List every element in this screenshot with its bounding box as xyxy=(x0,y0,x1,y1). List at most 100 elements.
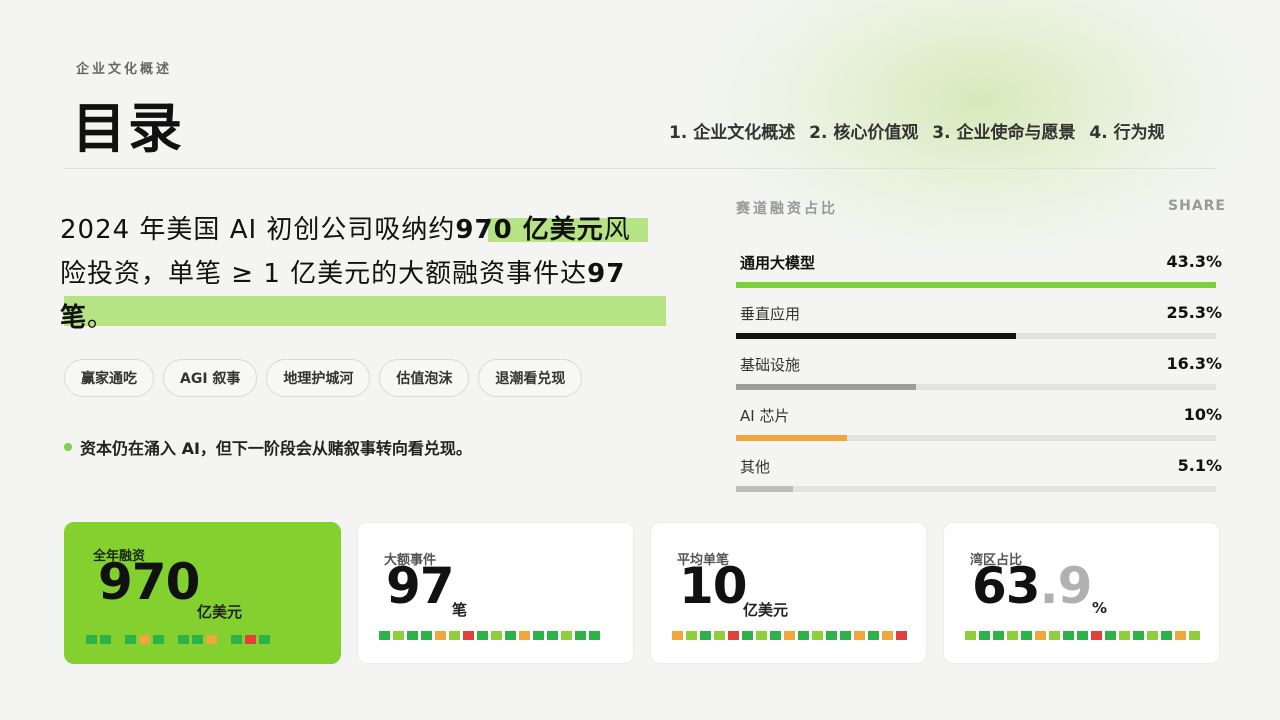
kpi-mini-bar xyxy=(153,635,164,644)
kpi-mini-bar xyxy=(421,631,432,640)
share-row: 垂直应用 25.3% xyxy=(736,293,1226,344)
share-bar-fill xyxy=(736,333,1017,339)
share-track xyxy=(736,486,1216,492)
tag-chip[interactable]: 退潮看兑现 xyxy=(478,359,583,397)
share-bar-fill xyxy=(736,486,793,492)
share-row-label: 通用大模型 xyxy=(740,254,816,272)
kpi-mini-bar xyxy=(589,631,600,640)
kpi-mini-bar xyxy=(714,631,725,640)
tag-chip[interactable]: 估值泡沫 xyxy=(379,359,470,397)
kpi-mini-bar xyxy=(477,631,488,640)
toc-item-2[interactable]: 2. 核心价值观 xyxy=(809,123,918,143)
kpi-mini-bar xyxy=(1091,631,1102,640)
share-tag: SHARE xyxy=(1168,198,1226,214)
share-row-value: 16.3% xyxy=(1166,354,1222,373)
takeaway-text: 资本仍在涌入 AI，但下一阶段会从赌叙事转向看兑现。 xyxy=(80,439,472,458)
share-row-label: 基础设施 xyxy=(740,356,801,374)
tag-chip[interactable]: 赢家通吃 xyxy=(64,359,154,397)
kpi-mini-bar xyxy=(1175,631,1186,640)
share-row-value: 10% xyxy=(1183,405,1222,424)
share-track xyxy=(736,435,1216,441)
takeaway-note: 资本仍在涌入 AI，但下一阶段会从赌叙事转向看兑现。 xyxy=(64,435,472,459)
kpi-value: 10 xyxy=(679,557,748,615)
kpi-mini-chart xyxy=(379,631,600,640)
page-title: 目录 xyxy=(72,97,184,160)
kpi-mini-bar xyxy=(533,631,544,640)
section-eyebrow: 企业文化概述 xyxy=(76,62,173,77)
kpi-mini-chart xyxy=(965,631,1200,640)
kpi-mini-bar xyxy=(1189,631,1200,640)
share-track xyxy=(736,384,1216,390)
kpi-mini-bar xyxy=(575,631,586,640)
kpi-mini-bar xyxy=(178,635,189,644)
kpi-mini-bar xyxy=(1147,631,1158,640)
kpi-unit: 亿美元 xyxy=(197,603,243,621)
kpi-mini-bar xyxy=(798,631,809,640)
kpi-mini-bar xyxy=(854,631,865,640)
kpi-mini-bar xyxy=(965,631,976,640)
kpi-mini-bar xyxy=(1021,631,1032,640)
kpi-mini-chart xyxy=(86,635,270,644)
kpi-mini-bar xyxy=(245,635,256,644)
kpi-mini-bar xyxy=(826,631,837,640)
kpi-mini-bar xyxy=(547,631,558,640)
kpi-mini-bar xyxy=(812,631,823,640)
kpi-card: 湾区占比 63.9% xyxy=(943,522,1220,664)
share-bar-fill xyxy=(736,384,917,390)
kpi-mini-bar xyxy=(231,635,242,644)
kpi-mini-bar xyxy=(407,631,418,640)
kpi-value: 970 xyxy=(98,553,200,611)
tag-chips: 赢家通吃 AGI 叙事 地理护城河 估值泡沫 退潮看兑现 xyxy=(64,359,583,397)
share-row-value: 25.3% xyxy=(1166,303,1222,322)
kpi-cards: 全年融资 970 亿美元 大额事件 97 笔平均单笔 10 亿美元 湾区占比 63.9% xyxy=(64,522,1220,664)
kpi-value: 97 xyxy=(386,557,455,615)
kpi-mini-bar xyxy=(449,631,460,640)
kpi-mini-bar xyxy=(896,631,907,640)
kpi-mini-bar xyxy=(840,631,851,640)
kpi-mini-bar xyxy=(700,631,711,640)
kpi-mini-bar xyxy=(1007,631,1018,640)
kpi-mini-bar xyxy=(1049,631,1060,640)
kpi-mini-bar xyxy=(1105,631,1116,640)
kpi-unit: 亿美元 xyxy=(743,601,789,619)
kpi-mini-bar xyxy=(379,631,390,640)
kpi-mini-bar xyxy=(770,631,781,640)
kpi-mini-bar xyxy=(1119,631,1130,640)
kpi-mini-bar xyxy=(728,631,739,640)
tag-chip[interactable]: 地理护城河 xyxy=(266,359,371,397)
share-row: AI 芯片 10% xyxy=(736,395,1226,446)
share-row-value: 43.3% xyxy=(1166,252,1222,271)
kpi-mini-bar xyxy=(979,631,990,640)
kpi-card: 全年融资 970 亿美元 xyxy=(64,522,341,664)
headline-line-1: 2024 年美国 AI 初创公司吸纳约970 亿美元风 xyxy=(60,215,631,245)
kpi-mini-bar xyxy=(868,631,879,640)
kpi-mini-bar xyxy=(114,635,122,644)
kpi-value: 63.9 xyxy=(972,557,1092,615)
toc-item-4[interactable]: 4. 行为规 xyxy=(1089,123,1164,143)
kpi-mini-bar xyxy=(259,635,270,644)
kpi-mini-bar xyxy=(139,635,150,644)
share-track xyxy=(736,282,1216,288)
share-list: 通用大模型 43.3% 垂直应用 25.3% 基础设施 16.3% AI 芯片 10% 其他 5.… xyxy=(736,242,1226,497)
header-divider xyxy=(64,168,1216,169)
share-track xyxy=(736,333,1216,339)
kpi-unit: % xyxy=(1092,599,1108,617)
kpi-card: 平均单笔 10 亿美元 xyxy=(650,522,927,664)
tag-chip[interactable]: AGI 叙事 xyxy=(163,359,258,397)
kpi-mini-bar xyxy=(491,631,502,640)
share-header: 赛道融资占比 SHARE xyxy=(736,198,1226,218)
kpi-mini-bar xyxy=(742,631,753,640)
toc-item-3[interactable]: 3. 企业使命与愿景 xyxy=(932,123,1075,143)
kpi-mini-bar xyxy=(672,631,683,640)
kpi-mini-bar xyxy=(192,635,203,644)
kpi-mini-bar xyxy=(206,635,217,644)
share-row-label: 垂直应用 xyxy=(740,305,801,323)
headline-line-2: 险投资，单笔 ≥ 1 亿美元的大额融资事件达97 xyxy=(60,259,626,289)
share-bar-fill xyxy=(736,282,1216,288)
toc-item-1[interactable]: 1. 企业文化概述 xyxy=(669,123,795,143)
share-row: 基础设施 16.3% xyxy=(736,344,1226,395)
share-row: 通用大模型 43.3% xyxy=(736,242,1226,293)
share-panel: 赛道融资占比 SHARE 通用大模型 43.3% 垂直应用 25.3% 基础设施 16.3… xyxy=(736,198,1226,497)
headline-line-3: 笔。 xyxy=(60,303,115,333)
kpi-mini-bar xyxy=(1035,631,1046,640)
